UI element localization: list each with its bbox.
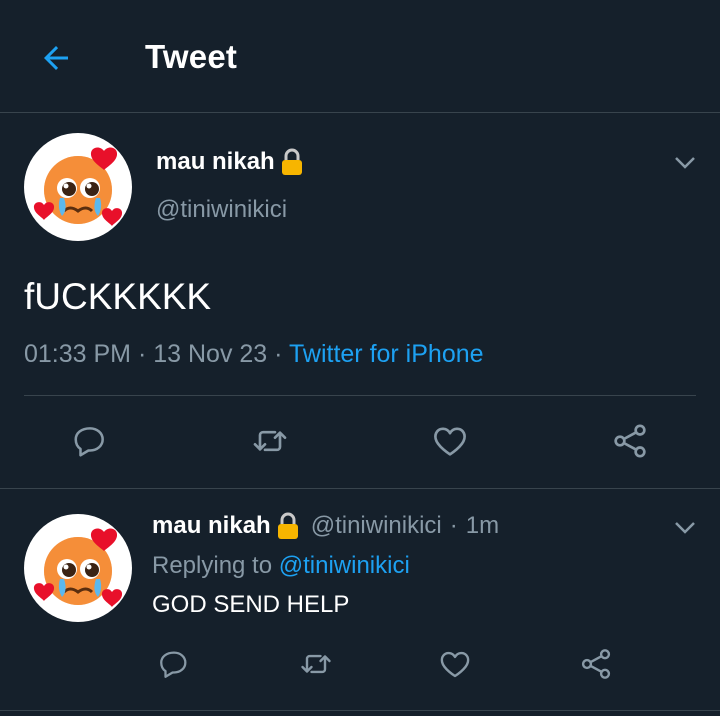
reply-text: GOD SEND HELP bbox=[152, 591, 350, 618]
chevron-down-icon bbox=[675, 522, 695, 534]
replying-to-handle[interactable]: @tiniwinikici bbox=[279, 552, 410, 579]
author-name-row[interactable]: mau nikah bbox=[156, 148, 305, 176]
retweet-button[interactable] bbox=[246, 417, 294, 465]
reply-options-button[interactable] bbox=[670, 513, 700, 543]
reply-age: 1m bbox=[465, 512, 500, 539]
author-name: mau nikah bbox=[156, 148, 275, 175]
reply-icon bbox=[74, 427, 104, 457]
author-handle[interactable]: @tiniwinikici bbox=[156, 196, 287, 224]
back-arrow-icon bbox=[44, 46, 68, 70]
meta-divider bbox=[24, 395, 696, 396]
reply-author-name: mau nikah bbox=[152, 512, 271, 539]
tweet-divider bbox=[0, 488, 720, 489]
reply-author[interactable]: mau nikah bbox=[152, 512, 301, 540]
reply-button[interactable] bbox=[66, 417, 114, 465]
like-button[interactable] bbox=[426, 417, 474, 465]
reply-header: mau nikah @tiniwinikici · 1m bbox=[152, 512, 499, 540]
tweet-date: 13 Nov 23 bbox=[153, 340, 268, 368]
pleading-face-hearts-emoji bbox=[33, 147, 123, 226]
reply-avatar[interactable] bbox=[24, 514, 132, 622]
replying-to: Replying to @tiniwinikici bbox=[152, 552, 410, 580]
reply-share-button[interactable] bbox=[572, 640, 620, 688]
lock-icon bbox=[277, 512, 298, 539]
tweet-source-link[interactable]: Twitter for iPhone bbox=[289, 340, 484, 368]
page-title: Tweet bbox=[145, 38, 238, 75]
reply-icon bbox=[160, 651, 187, 678]
reply-like-button[interactable] bbox=[431, 640, 479, 688]
header-divider bbox=[0, 112, 720, 113]
chevron-down-icon bbox=[675, 157, 695, 169]
reply-separator: · bbox=[449, 512, 458, 539]
bottom-divider bbox=[0, 710, 720, 711]
share-button[interactable] bbox=[606, 417, 654, 465]
avatar[interactable] bbox=[24, 133, 132, 241]
tweet-time: 01:33 PM bbox=[24, 340, 132, 368]
retweet-icon bbox=[301, 654, 331, 674]
meta-separator: · bbox=[274, 340, 283, 368]
back-button[interactable] bbox=[28, 36, 84, 80]
tweet-options-button[interactable] bbox=[670, 148, 700, 178]
like-icon bbox=[434, 427, 466, 456]
retweet-icon bbox=[253, 430, 287, 452]
replying-to-label: Replying to bbox=[152, 552, 273, 579]
tweet-text: fUCKKKKK bbox=[24, 276, 212, 317]
share-icon bbox=[614, 424, 646, 458]
pleading-face-hearts-emoji bbox=[33, 528, 123, 607]
reply-handle[interactable]: @tiniwinikici bbox=[311, 512, 442, 540]
lock-icon bbox=[281, 148, 302, 175]
share-icon bbox=[581, 649, 611, 679]
like-icon bbox=[440, 651, 470, 678]
tweet-meta: 01:33 PM · 13 Nov 23 · Twitter for iPhon… bbox=[24, 340, 484, 369]
meta-separator: · bbox=[137, 340, 147, 368]
reply-reply-button[interactable] bbox=[150, 640, 198, 688]
reply-retweet-button[interactable] bbox=[292, 640, 340, 688]
